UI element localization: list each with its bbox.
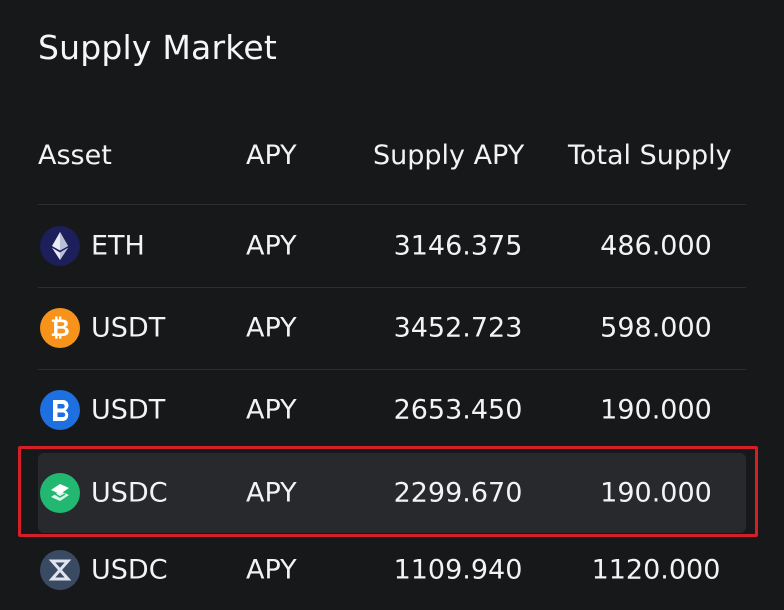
total-supply-value: 598.000 bbox=[600, 312, 712, 344]
apy-label: APY bbox=[246, 554, 297, 586]
table-row-selected[interactable]: USDC APY 2299.670 190.000 bbox=[38, 453, 746, 533]
apy-label: APY bbox=[246, 312, 297, 344]
apy-label: APY bbox=[246, 230, 297, 262]
blue-b-token-icon bbox=[40, 390, 80, 430]
ethereum-icon bbox=[40, 226, 80, 266]
apy-label: APY bbox=[246, 394, 297, 426]
supply-apy-value: 3452.723 bbox=[393, 312, 523, 344]
slash-token-icon bbox=[40, 550, 80, 590]
table-row[interactable]: ETH APY 3146.375 486.000 bbox=[38, 206, 746, 286]
supply-apy-value: 1109.940 bbox=[393, 554, 523, 586]
asset-name: USDT bbox=[91, 394, 166, 426]
supply-apy-value: 3146.375 bbox=[393, 230, 523, 262]
total-supply-value: 190.000 bbox=[600, 394, 712, 426]
table-row[interactable]: USDC APY 1109.940 1120.000 bbox=[38, 530, 746, 610]
column-header-apy[interactable]: APY bbox=[246, 140, 297, 171]
divider bbox=[38, 204, 746, 205]
supply-apy-value: 2653.450 bbox=[393, 394, 523, 426]
total-supply-value: 1120.000 bbox=[591, 554, 721, 586]
asset-name: ETH bbox=[91, 230, 145, 262]
bitcoin-icon: ₿ bbox=[40, 308, 80, 348]
column-header-total-supply[interactable]: Total Supply bbox=[568, 140, 732, 171]
total-supply-value: 486.000 bbox=[600, 230, 712, 262]
total-supply-value: 190.000 bbox=[600, 477, 712, 509]
table-row[interactable]: USDT APY 2653.450 190.000 bbox=[38, 370, 746, 450]
table-header: Asset APY Supply APY Total Supply bbox=[0, 140, 784, 180]
table-row[interactable]: ₿ USDT APY 3452.723 598.000 bbox=[38, 288, 746, 368]
green-layers-token-icon bbox=[40, 473, 80, 513]
page-title: Supply Market bbox=[38, 28, 277, 67]
asset-name: USDT bbox=[91, 312, 166, 344]
asset-name: USDC bbox=[91, 554, 168, 586]
column-header-asset[interactable]: Asset bbox=[38, 140, 112, 171]
asset-name: USDC bbox=[91, 477, 168, 509]
supply-apy-value: 2299.670 bbox=[393, 477, 523, 509]
column-header-supply-apy[interactable]: Supply APY bbox=[373, 140, 524, 171]
svg-text:₿: ₿ bbox=[50, 314, 70, 342]
apy-label: APY bbox=[246, 477, 297, 509]
